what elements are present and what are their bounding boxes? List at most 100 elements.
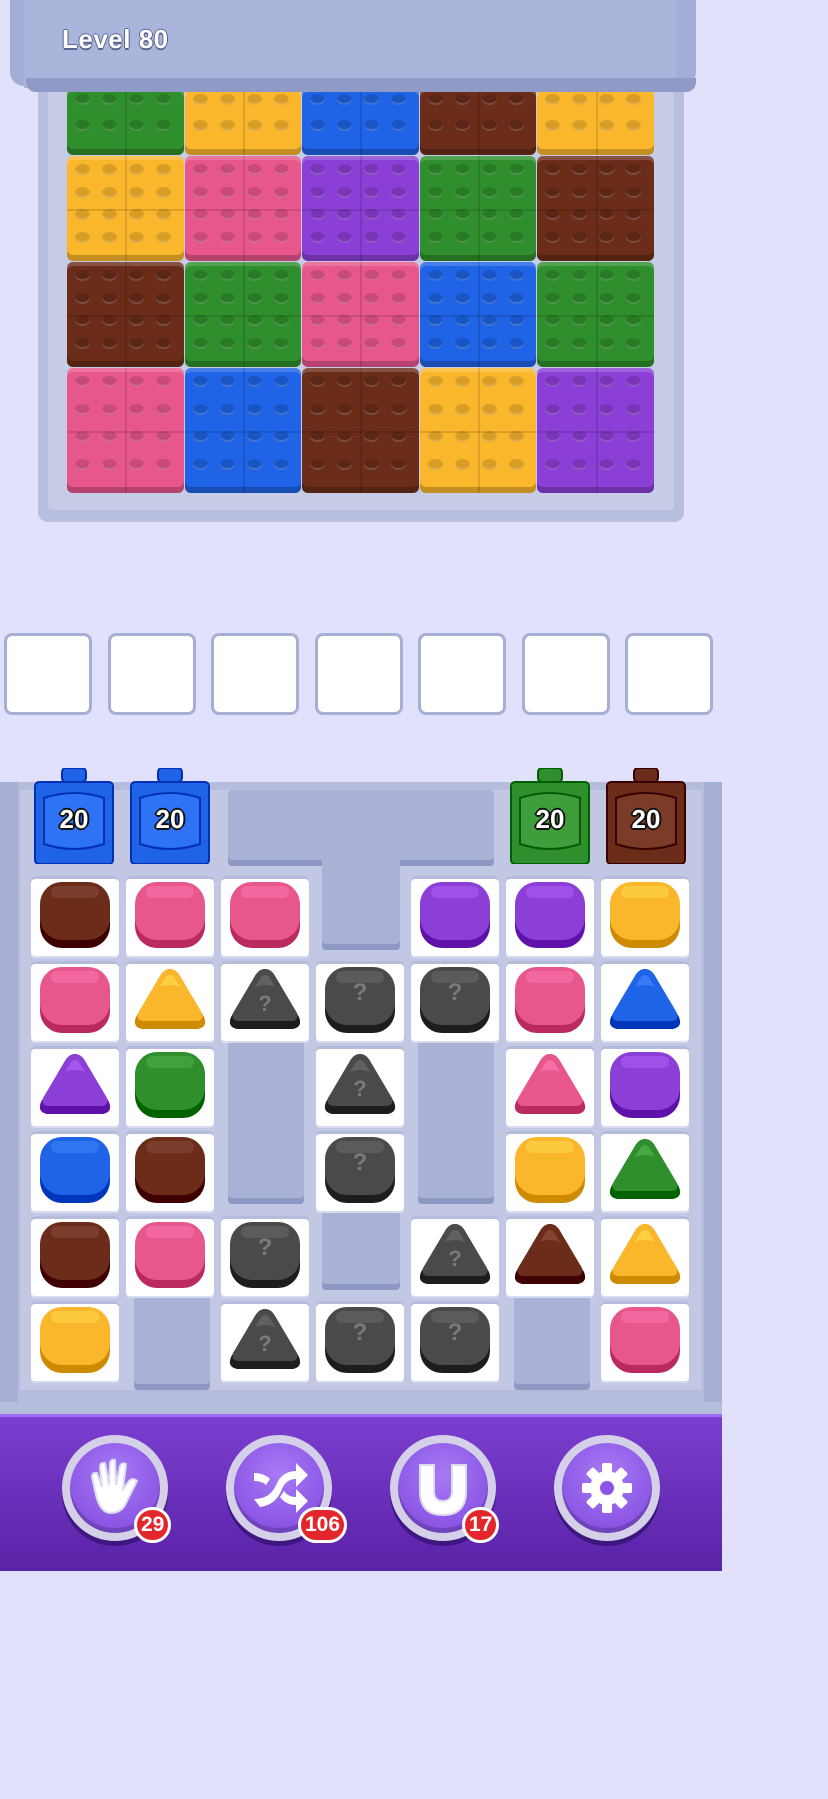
yellow-triangle-piece[interactable] bbox=[607, 1220, 683, 1292]
settings-button[interactable] bbox=[554, 1435, 660, 1541]
blue-bottle[interactable]: 20 bbox=[34, 768, 114, 864]
shuffle-booster-button[interactable]: 106 bbox=[226, 1435, 348, 1543]
board-cell[interactable]: ? bbox=[316, 1301, 404, 1383]
board-cell[interactable]: ? bbox=[411, 1216, 499, 1298]
pink-square-piece[interactable] bbox=[227, 880, 303, 952]
board-cell[interactable]: ? bbox=[221, 1301, 309, 1383]
purple-square-piece[interactable] bbox=[512, 880, 588, 952]
yellow-square-piece[interactable] bbox=[607, 880, 683, 952]
green-triangle-piece[interactable] bbox=[607, 1135, 683, 1207]
board-cell[interactable] bbox=[126, 876, 214, 958]
blue-triangle-piece[interactable] bbox=[607, 965, 683, 1037]
hand-booster-badge: 29 bbox=[134, 1507, 172, 1543]
hidden-mark: ? bbox=[352, 1149, 368, 1176]
shuffle-booster-badge: 106 bbox=[298, 1507, 348, 1543]
level-title: Level 80 bbox=[62, 24, 169, 54]
green-square-piece[interactable] bbox=[132, 1050, 208, 1122]
yellow-square-piece[interactable] bbox=[37, 1305, 113, 1377]
brick-purple bbox=[537, 368, 654, 493]
green-bottle[interactable]: 20 bbox=[510, 768, 590, 864]
board-rim-right bbox=[704, 782, 722, 1402]
board-cell[interactable] bbox=[31, 876, 119, 958]
board-cell[interactable] bbox=[31, 1301, 119, 1383]
bottle-count: 20 bbox=[631, 804, 661, 834]
purple-square-piece[interactable] bbox=[607, 1050, 683, 1122]
hidden-square-piece[interactable]: ? bbox=[227, 1220, 303, 1292]
brown-square-piece[interactable] bbox=[37, 880, 113, 952]
hidden-triangle-piece[interactable]: ? bbox=[227, 965, 303, 1037]
pink-square-piece[interactable] bbox=[37, 965, 113, 1037]
hidden-square-piece[interactable]: ? bbox=[417, 1305, 493, 1377]
brown-square-piece[interactable] bbox=[132, 1135, 208, 1207]
board-cell[interactable] bbox=[601, 1046, 689, 1128]
brick-brown bbox=[302, 368, 419, 493]
board-cell[interactable]: ? bbox=[221, 1216, 309, 1298]
magnet-booster-button[interactable]: 17 bbox=[390, 1435, 500, 1543]
pillar-right bbox=[418, 1038, 494, 1204]
hidden-triangle-piece[interactable]: ? bbox=[322, 1050, 398, 1122]
yellow-triangle-piece[interactable] bbox=[132, 965, 208, 1037]
purple-triangle-piece[interactable] bbox=[37, 1050, 113, 1122]
pink-square-piece[interactable] bbox=[512, 965, 588, 1037]
yellow-square-piece[interactable] bbox=[512, 1135, 588, 1207]
pink-square-piece[interactable] bbox=[132, 1220, 208, 1292]
gear-icon bbox=[582, 1463, 632, 1513]
brick-green bbox=[419, 156, 537, 261]
hidden-mark: ? bbox=[448, 1246, 462, 1271]
brown-square-piece[interactable] bbox=[37, 1220, 113, 1292]
board-cell[interactable] bbox=[601, 1131, 689, 1213]
hand-booster-button[interactable]: 29 bbox=[62, 1435, 172, 1543]
board-cell[interactable] bbox=[31, 1216, 119, 1298]
brick-green bbox=[184, 262, 302, 367]
hidden-mark: ? bbox=[447, 979, 463, 1006]
board-cell[interactable] bbox=[221, 876, 309, 958]
booster-toolbar: 29 106 17 bbox=[0, 1414, 722, 1571]
brick-grid bbox=[67, 88, 655, 494]
board-cell[interactable]: ? bbox=[316, 1131, 404, 1213]
hidden-triangle-piece[interactable]: ? bbox=[417, 1220, 493, 1292]
board-cell[interactable] bbox=[601, 1216, 689, 1298]
hidden-square-piece[interactable]: ? bbox=[322, 1135, 398, 1207]
board-cell[interactable] bbox=[31, 1046, 119, 1128]
board-cell[interactable] bbox=[506, 961, 594, 1043]
hidden-square-piece[interactable]: ? bbox=[417, 965, 493, 1037]
board-cell[interactable] bbox=[601, 1301, 689, 1383]
board-cell[interactable] bbox=[411, 876, 499, 958]
board-cell[interactable] bbox=[506, 1131, 594, 1213]
brick-purple bbox=[302, 156, 419, 261]
board-cell[interactable] bbox=[601, 961, 689, 1043]
board-cell[interactable] bbox=[126, 961, 214, 1043]
hidden-square-piece[interactable]: ? bbox=[322, 965, 398, 1037]
board-cell[interactable]: ? bbox=[316, 1046, 404, 1128]
board-cell[interactable] bbox=[506, 1046, 594, 1128]
hidden-square-piece[interactable]: ? bbox=[322, 1305, 398, 1377]
magnet-icon bbox=[419, 1464, 467, 1517]
collection-slot bbox=[521, 633, 610, 715]
purple-square-piece[interactable] bbox=[417, 880, 493, 952]
brown-bottle[interactable]: 20 bbox=[606, 768, 686, 864]
board-cell[interactable] bbox=[126, 1216, 214, 1298]
board-cell[interactable] bbox=[126, 1046, 214, 1128]
board-cell[interactable] bbox=[506, 876, 594, 958]
pink-square-piece[interactable] bbox=[132, 880, 208, 952]
board-cell[interactable]: ? bbox=[221, 961, 309, 1043]
blue-bottle[interactable]: 20 bbox=[130, 768, 210, 864]
board-cell[interactable] bbox=[126, 1131, 214, 1213]
board-rim-left bbox=[0, 782, 18, 1402]
hidden-mark: ? bbox=[257, 1234, 273, 1261]
board-cell[interactable] bbox=[601, 876, 689, 958]
board-cell[interactable]: ? bbox=[316, 961, 404, 1043]
pink-square-piece[interactable] bbox=[607, 1305, 683, 1377]
board-cell[interactable]: ? bbox=[411, 961, 499, 1043]
blue-square-piece[interactable] bbox=[37, 1135, 113, 1207]
board-cell[interactable] bbox=[506, 1216, 594, 1298]
board-cell[interactable]: ? bbox=[411, 1301, 499, 1383]
brick-pink bbox=[184, 156, 302, 261]
hidden-mark: ? bbox=[258, 1331, 272, 1356]
hidden-triangle-piece[interactable]: ? bbox=[227, 1305, 303, 1377]
board-cell[interactable] bbox=[31, 1131, 119, 1213]
brown-triangle-piece[interactable] bbox=[512, 1220, 588, 1292]
board-cell[interactable] bbox=[31, 961, 119, 1043]
brick-pink bbox=[302, 262, 419, 367]
pink-triangle-piece[interactable] bbox=[512, 1050, 588, 1122]
